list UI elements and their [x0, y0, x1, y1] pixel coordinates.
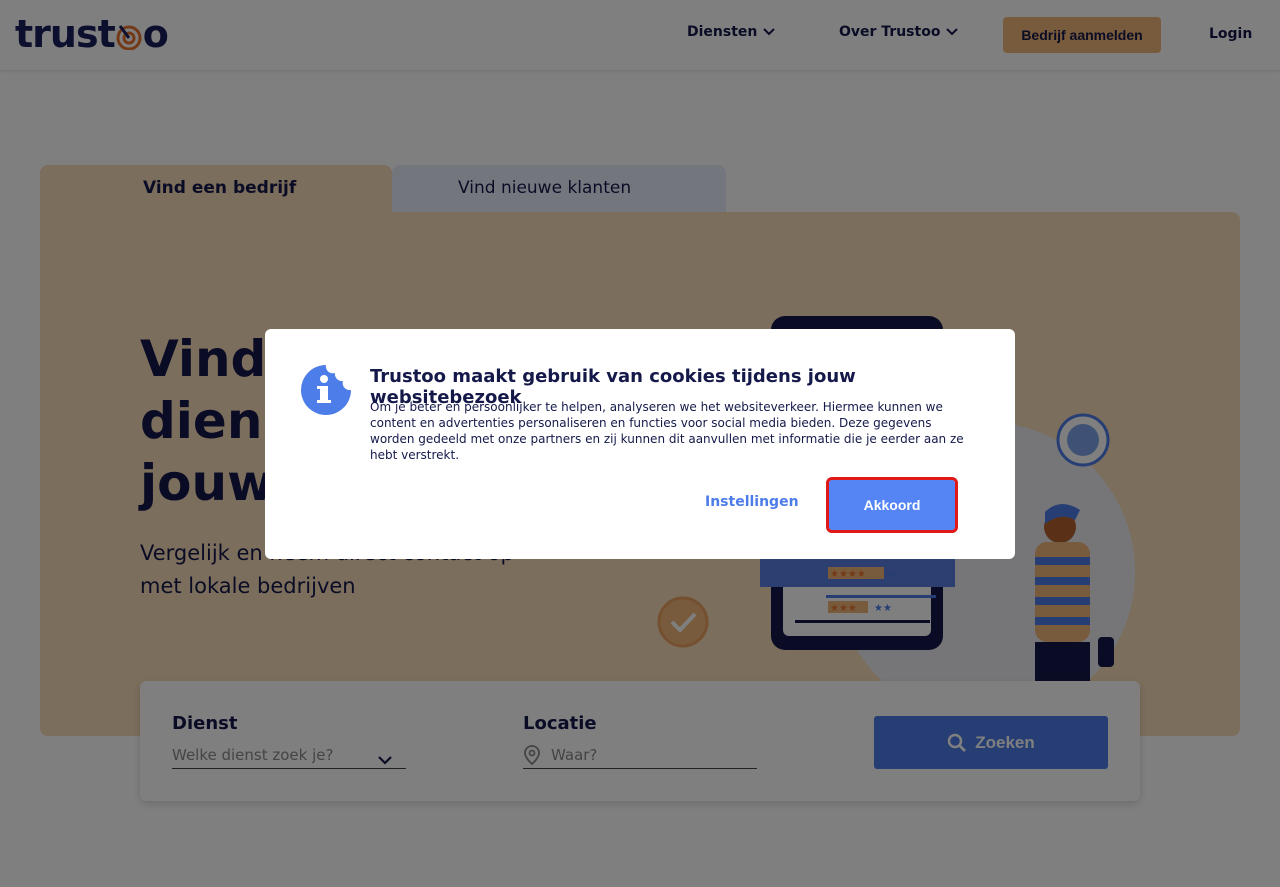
cookie-settings-button[interactable]: Instellingen: [705, 494, 799, 510]
cookie-consent-dialog: Trustoo maakt gebruik van cookies tijden…: [265, 329, 1015, 559]
cookie-dialog-text: Om je beter en persoonlijker te helpen, …: [370, 400, 964, 462]
cookie-accept-button[interactable]: Akkoord: [826, 477, 958, 533]
info-cookie-icon: [300, 364, 352, 420]
